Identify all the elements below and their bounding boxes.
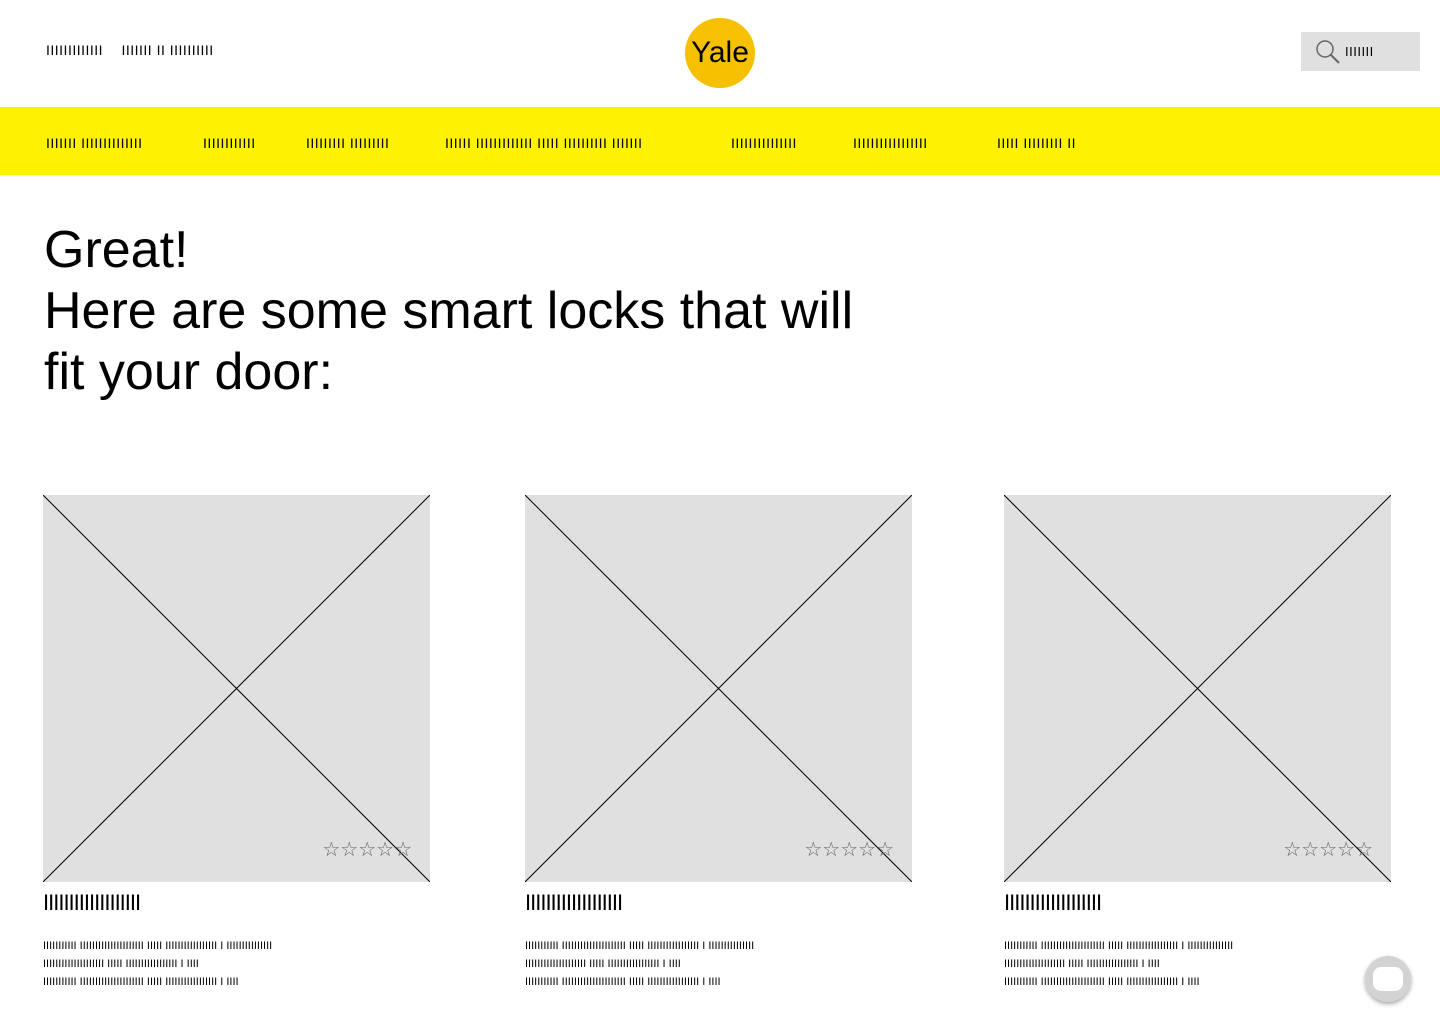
yale-logo[interactable]: Yale — [685, 18, 755, 88]
product-title[interactable]: IIIIIIIIIIIIIIIIIII — [525, 890, 623, 916]
product-image-placeholder[interactable]: ☆☆☆☆☆ — [43, 495, 430, 882]
product-title[interactable]: IIIIIIIIIIIIIIIIIII — [1004, 890, 1102, 916]
product-image-placeholder[interactable]: ☆☆☆☆☆ — [1004, 495, 1391, 882]
product-card-3[interactable]: ☆☆☆☆☆ IIIIIIIIIIIIIIIIIII IIIIIIIIIII II… — [1004, 495, 1391, 988]
star-rating-icon: ☆☆☆☆☆ — [322, 839, 412, 861]
page-heading: Great! Here are some smart locks that wi… — [44, 220, 853, 403]
star-rating-icon: ☆☆☆☆☆ — [1283, 839, 1373, 861]
desc-line: IIIIIIIIIII IIIIIIIIIIIIIIIIIIIII IIIII … — [525, 976, 721, 988]
desc-line: IIIIIIIIIIIIIIIIIIII IIIII IIIIIIIIIIIII… — [525, 958, 681, 970]
search-input-placeholder[interactable]: IIIIIII — [1345, 44, 1374, 59]
nav-item-4[interactable]: IIIIII IIIIIIIIIIIII IIIII IIIIIIIIII II… — [445, 135, 643, 151]
product-description: IIIIIIIIIII IIIIIIIIIIIIIIIIIIIII IIIII … — [43, 937, 272, 991]
desc-line: IIIIIIIIIII IIIIIIIIIIIIIIIIIIIII IIIII … — [43, 940, 273, 952]
desc-line: IIIIIIIIIIIIIIIIIIII IIIII IIIIIIIIIIIII… — [1004, 958, 1160, 970]
chat-button[interactable] — [1365, 956, 1411, 1002]
nav-item-7[interactable]: IIIII IIIIIIIII II — [997, 135, 1076, 151]
nav-item-2[interactable]: IIIIIIIIIIII — [203, 135, 256, 151]
product-description: IIIIIIIIIII IIIIIIIIIIIIIIIIIIIII IIIII … — [1004, 937, 1233, 991]
desc-line: IIIIIIIIIII IIIIIIIIIIIIIIIIIIIII IIIII … — [1004, 940, 1234, 952]
product-description: IIIIIIIIIII IIIIIIIIIIIIIIIIIIIII IIIII … — [525, 937, 754, 991]
desc-line: IIIIIIIIIII IIIIIIIIIIIIIIIIIIIII IIIII … — [1004, 976, 1200, 988]
image-placeholder-icon — [525, 495, 912, 882]
product-card-2[interactable]: ☆☆☆☆☆ IIIIIIIIIIIIIIIIIII IIIIIIIIIII II… — [525, 495, 912, 988]
nav-item-5[interactable]: IIIIIIIIIIIIIII — [731, 135, 797, 151]
nav-item-3[interactable]: IIIIIIIII IIIIIIIII — [306, 135, 389, 151]
search-icon — [1316, 40, 1340, 64]
nav-item-1[interactable]: IIIIIII IIIIIIIIIIIIII — [46, 135, 143, 151]
product-image-placeholder[interactable]: ☆☆☆☆☆ — [525, 495, 912, 882]
logo-text: Yale — [691, 36, 749, 69]
star-rating-icon: ☆☆☆☆☆ — [804, 839, 894, 861]
image-placeholder-icon — [43, 495, 430, 882]
header-utility-links: IIIIIIIIIIIII IIIIIII II IIIIIIIIII — [46, 42, 228, 58]
desc-line: IIIIIIIIIII IIIIIIIIIIIIIIIIIIIII IIIII … — [525, 940, 755, 952]
image-placeholder-icon — [1004, 495, 1391, 882]
product-title[interactable]: IIIIIIIIIIIIIIIIIII — [43, 890, 141, 916]
main-nav: IIIIIII IIIIIIIIIIIIII IIIIIIIIIIII IIII… — [0, 107, 1440, 175]
desc-line: IIIIIIIIIII IIIIIIIIIIIIIIIIIIIII IIIII … — [43, 976, 239, 988]
chat-bubble-icon — [1373, 967, 1403, 991]
search-box[interactable]: IIIIIII — [1301, 32, 1420, 71]
header-link-1[interactable]: IIIIIIIIIIIII — [46, 42, 103, 58]
product-card-1[interactable]: ☆☆☆☆☆ IIIIIIIIIIIIIIIIIII IIIIIIIIIII II… — [43, 495, 430, 988]
header-link-2[interactable]: IIIIIII II IIIIIIIIII — [121, 42, 213, 58]
heading-line-3: fit your door: — [44, 343, 334, 401]
heading-line-1: Great! — [44, 221, 189, 279]
heading-line-2: Here are some smart locks that will — [44, 282, 854, 340]
nav-item-6[interactable]: IIIIIIIIIIIIIIIII — [853, 135, 928, 151]
desc-line: IIIIIIIIIIIIIIIIIIII IIIII IIIIIIIIIIIII… — [43, 958, 199, 970]
